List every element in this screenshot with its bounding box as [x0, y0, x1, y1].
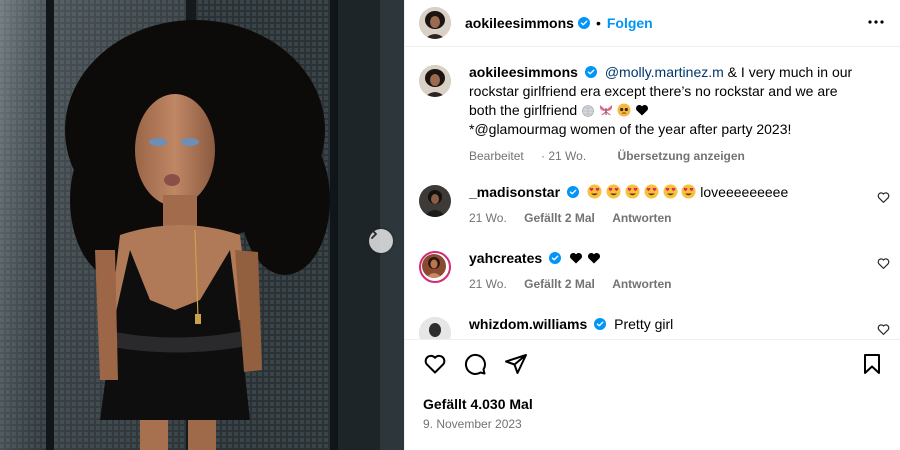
- avatar-image: [419, 65, 451, 97]
- caption-mention-link[interactable]: @molly.martinez.m: [605, 64, 724, 80]
- verified-badge-icon: [594, 318, 607, 330]
- black-heart-icon: [587, 252, 600, 264]
- comment-like-heart-icon[interactable]: [877, 257, 890, 270]
- comment-icon[interactable]: [463, 352, 487, 376]
- like-count[interactable]: Gefällt 4.030 Mal: [423, 396, 533, 412]
- follow-button[interactable]: Folgen: [607, 15, 653, 31]
- comment-like-heart-icon[interactable]: [877, 191, 890, 204]
- comment-likes-link[interactable]: Gefällt 2 Mal: [524, 277, 595, 291]
- comment-like-heart-icon[interactable]: [877, 323, 890, 336]
- avatar[interactable]: [419, 7, 451, 39]
- verified-badge-icon: [584, 66, 597, 78]
- comment-username[interactable]: _madisonstar: [469, 184, 560, 200]
- heart-eyes-icon: [606, 184, 621, 199]
- comment-age: 21 Wo.: [469, 277, 507, 291]
- post-viewer: aokileesimmons • Folgen aokileesimmons @…: [0, 0, 900, 450]
- caption: aokileesimmons @molly.martinez.m & I ver…: [405, 63, 900, 163]
- reply-button[interactable]: Antworten: [612, 211, 671, 225]
- reply-button[interactable]: Antworten: [612, 277, 671, 291]
- verified-badge-icon: [549, 252, 562, 264]
- comment-item: whizdom.williams Pretty girl: [405, 315, 900, 339]
- caption-username[interactable]: aokileesimmons: [469, 64, 578, 80]
- comment-emojis: [569, 250, 601, 266]
- avatar-image: [419, 7, 451, 39]
- translate-link[interactable]: Übersetzung anzeigen: [618, 149, 745, 163]
- comment-text: Pretty girl: [614, 316, 674, 332]
- heart-eyes-icon: [644, 184, 659, 199]
- avatar-image: [422, 254, 446, 278]
- avatar-image: [419, 185, 451, 217]
- bookmark-icon[interactable]: [860, 352, 884, 376]
- post-photo[interactable]: [0, 0, 404, 450]
- more-options-icon[interactable]: [866, 12, 886, 32]
- post-header: aokileesimmons • Folgen: [405, 0, 900, 47]
- heart-eyes-icon: [625, 184, 640, 199]
- comment-username[interactable]: yahcreates: [469, 250, 542, 266]
- caption-text-2: *@glamourmag women of the year after par…: [469, 121, 792, 137]
- share-icon[interactable]: [504, 352, 528, 376]
- comment-text: loveeeeeeeee: [700, 184, 789, 200]
- photo-image: [0, 0, 404, 450]
- avatar[interactable]: [419, 317, 451, 339]
- separator-dot: •: [595, 15, 601, 31]
- comment-emojis: [587, 184, 700, 200]
- heart-eyes-icon: [587, 184, 602, 199]
- heart-eyes-icon: [681, 184, 696, 199]
- verified-badge-icon: [577, 17, 590, 29]
- comment-meta: 21 Wo. Gefällt 2 Mal Antworten: [469, 211, 884, 225]
- avatar-image: [419, 317, 451, 339]
- comment-username[interactable]: whizdom.williams: [469, 316, 587, 332]
- heart-icon[interactable]: [423, 352, 447, 376]
- comment-item: _madisonstar loveeeeeeeee 21 Wo. Gefällt…: [405, 183, 900, 225]
- post-side-panel: aokileesimmons • Folgen aokileesimmons @…: [404, 0, 900, 450]
- avatar[interactable]: [419, 65, 451, 97]
- black-heart-icon: [635, 104, 648, 116]
- verified-badge-icon: [567, 186, 580, 198]
- comment-item: yahcreates 21 Wo. Gefällt 2 Mal Antworte…: [405, 249, 900, 291]
- next-photo-button[interactable]: [369, 229, 393, 253]
- comments-list[interactable]: aokileesimmons @molly.martinez.m & I ver…: [405, 47, 900, 340]
- pleading-face-icon: [617, 103, 631, 117]
- avatar-story-ring[interactable]: [419, 251, 451, 283]
- caption-emojis: [581, 102, 649, 118]
- black-heart-icon: [570, 252, 583, 264]
- comment-likes-link[interactable]: Gefällt 2 Mal: [524, 211, 595, 225]
- comment-meta: 21 Wo. Gefällt 2 Mal Antworten: [469, 277, 884, 291]
- avatar[interactable]: [419, 185, 451, 217]
- disco-ball-icon: [582, 105, 594, 117]
- comment-age: 21 Wo.: [469, 211, 507, 225]
- caption-meta: Bearbeitet · 21 Wo. Übersetzung anzeigen: [469, 149, 884, 163]
- caption-edited: Bearbeitet · 21 Wo.: [469, 149, 587, 163]
- heart-eyes-icon: [663, 184, 677, 199]
- post-author[interactable]: aokileesimmons: [465, 15, 590, 31]
- post-date: 9. November 2023: [423, 417, 522, 431]
- author-username[interactable]: aokileesimmons: [465, 15, 574, 31]
- butterfly-icon: [599, 105, 613, 116]
- chevron-right-icon: [371, 229, 377, 239]
- action-bar: [419, 352, 890, 380]
